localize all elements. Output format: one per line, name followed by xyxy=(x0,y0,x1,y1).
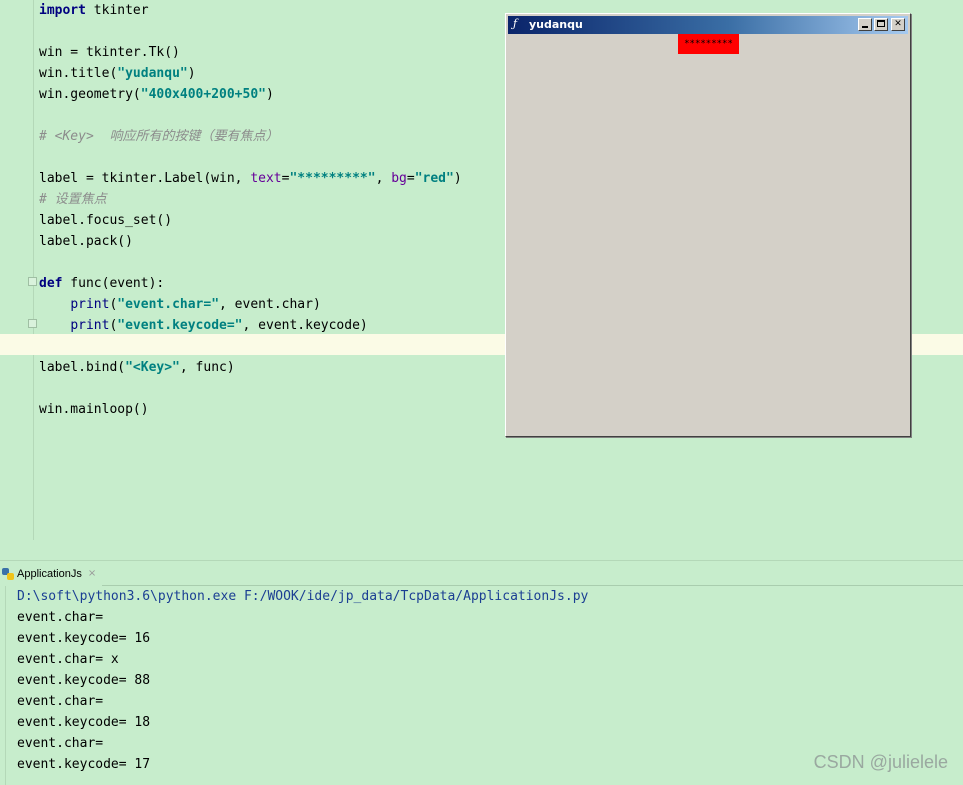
tkinter-window[interactable]: ƒ yudanqu ✕ ********* xyxy=(505,13,911,437)
code-token: "yudanqu" xyxy=(117,66,188,81)
feather-icon: ƒ xyxy=(513,17,518,30)
console-line: event.keycode= 18 xyxy=(17,715,151,730)
code-token: def xyxy=(39,276,63,291)
code-token: label.bind( xyxy=(39,360,126,375)
code-token: , xyxy=(375,171,392,186)
code-token: import xyxy=(39,3,86,18)
window-title: yudanqu xyxy=(529,18,583,31)
code-token: bg xyxy=(391,171,407,186)
maximize-button[interactable] xyxy=(874,18,888,31)
python-icon xyxy=(2,567,14,580)
code-token: "<Key>" xyxy=(125,360,180,375)
fold-marker-icon[interactable] xyxy=(28,319,37,328)
console-line: event.char= xyxy=(17,694,111,709)
code-line: # <Key> 响应所有的按键（要有焦点） xyxy=(39,126,462,147)
code-token: , func) xyxy=(179,360,235,375)
code-token: ) xyxy=(453,171,462,186)
console-output[interactable]: D:\soft\python3.6\python.exe F:/WOOK/ide… xyxy=(17,586,588,775)
code-token: ) xyxy=(265,87,274,102)
code-token: "*********" xyxy=(289,171,376,186)
code-token: "red" xyxy=(414,171,454,186)
code-line: win.geometry("400x400+200+50") xyxy=(39,84,462,105)
editor-gutter xyxy=(0,0,34,540)
code-token: # <Key> 响应所有的按键（要有焦点） xyxy=(39,129,279,144)
code-token: = xyxy=(406,171,415,186)
code-token: win = tkinter.Tk() xyxy=(39,45,180,60)
code-line: label.focus_set() xyxy=(39,210,462,231)
code-line: win = tkinter.Tk() xyxy=(39,42,462,63)
console-line: event.char= xyxy=(17,610,111,625)
tab-applicationjs[interactable]: ApplicationJs × xyxy=(0,561,103,586)
code-token: "400x400+200+50" xyxy=(140,87,266,102)
tab-label: ApplicationJs xyxy=(17,567,82,580)
code-line: label.bind("<Key>", func) xyxy=(39,357,462,378)
code-token: "event.keycode=" xyxy=(117,318,243,333)
close-button[interactable]: ✕ xyxy=(891,18,905,31)
code-token: win.mainloop() xyxy=(39,402,149,417)
code-token: win.title( xyxy=(39,66,118,81)
code-line: print("event.keycode=", event.keycode) xyxy=(39,315,462,336)
console-line: event.char= x xyxy=(17,652,119,667)
code-line: # 设置焦点 xyxy=(39,189,462,210)
code-line: def func(event): xyxy=(39,273,462,294)
code-token: # 设置焦点 xyxy=(39,192,107,207)
code-token: , event.keycode) xyxy=(242,318,368,333)
code-token: print xyxy=(70,318,110,333)
code-token: "event.char=" xyxy=(117,297,220,312)
code-text[interactable]: import tkinter win = tkinter.Tk() win.titl… xyxy=(39,0,462,420)
window-titlebar[interactable]: ƒ yudanqu ✕ xyxy=(508,16,908,34)
console-line: event.keycode= 17 xyxy=(17,757,151,772)
code-line: win.mainloop() xyxy=(39,399,462,420)
code-token: func(event): xyxy=(62,276,165,291)
console-line: event.keycode= 88 xyxy=(17,673,151,688)
watermark: CSDN @julielele xyxy=(813,752,948,772)
console-gutter xyxy=(0,586,6,785)
console-line: event.char= xyxy=(17,736,111,751)
console-line: event.keycode= 16 xyxy=(17,631,151,646)
minimize-button[interactable] xyxy=(858,18,872,31)
code-token: ) xyxy=(187,66,196,81)
code-line: print("event.char=", event.char) xyxy=(39,294,462,315)
code-token: , event.char) xyxy=(219,297,321,312)
code-line: import tkinter xyxy=(39,0,462,21)
code-token: win.geometry( xyxy=(39,87,141,102)
code-token: label = tkinter.Label(win, xyxy=(39,171,251,186)
tab-close-icon[interactable]: × xyxy=(88,568,96,579)
code-token: text xyxy=(250,171,282,186)
console-command: D:\soft\python3.6\python.exe F:/WOOK/ide… xyxy=(17,589,589,604)
code-line: win.title("yudanqu") xyxy=(39,63,462,84)
code-token: print xyxy=(70,297,110,312)
run-tabbar: ApplicationJs × xyxy=(0,560,963,586)
code-token: label.pack() xyxy=(39,234,133,249)
code-token: label.focus_set() xyxy=(39,213,173,228)
red-label[interactable]: ********* xyxy=(678,34,739,54)
fold-marker-icon[interactable] xyxy=(28,277,37,286)
code-line: label = tkinter.Label(win, text = "*******… xyxy=(39,168,462,189)
code-line: label.pack() xyxy=(39,231,462,252)
code-token: tkinter xyxy=(85,3,149,18)
